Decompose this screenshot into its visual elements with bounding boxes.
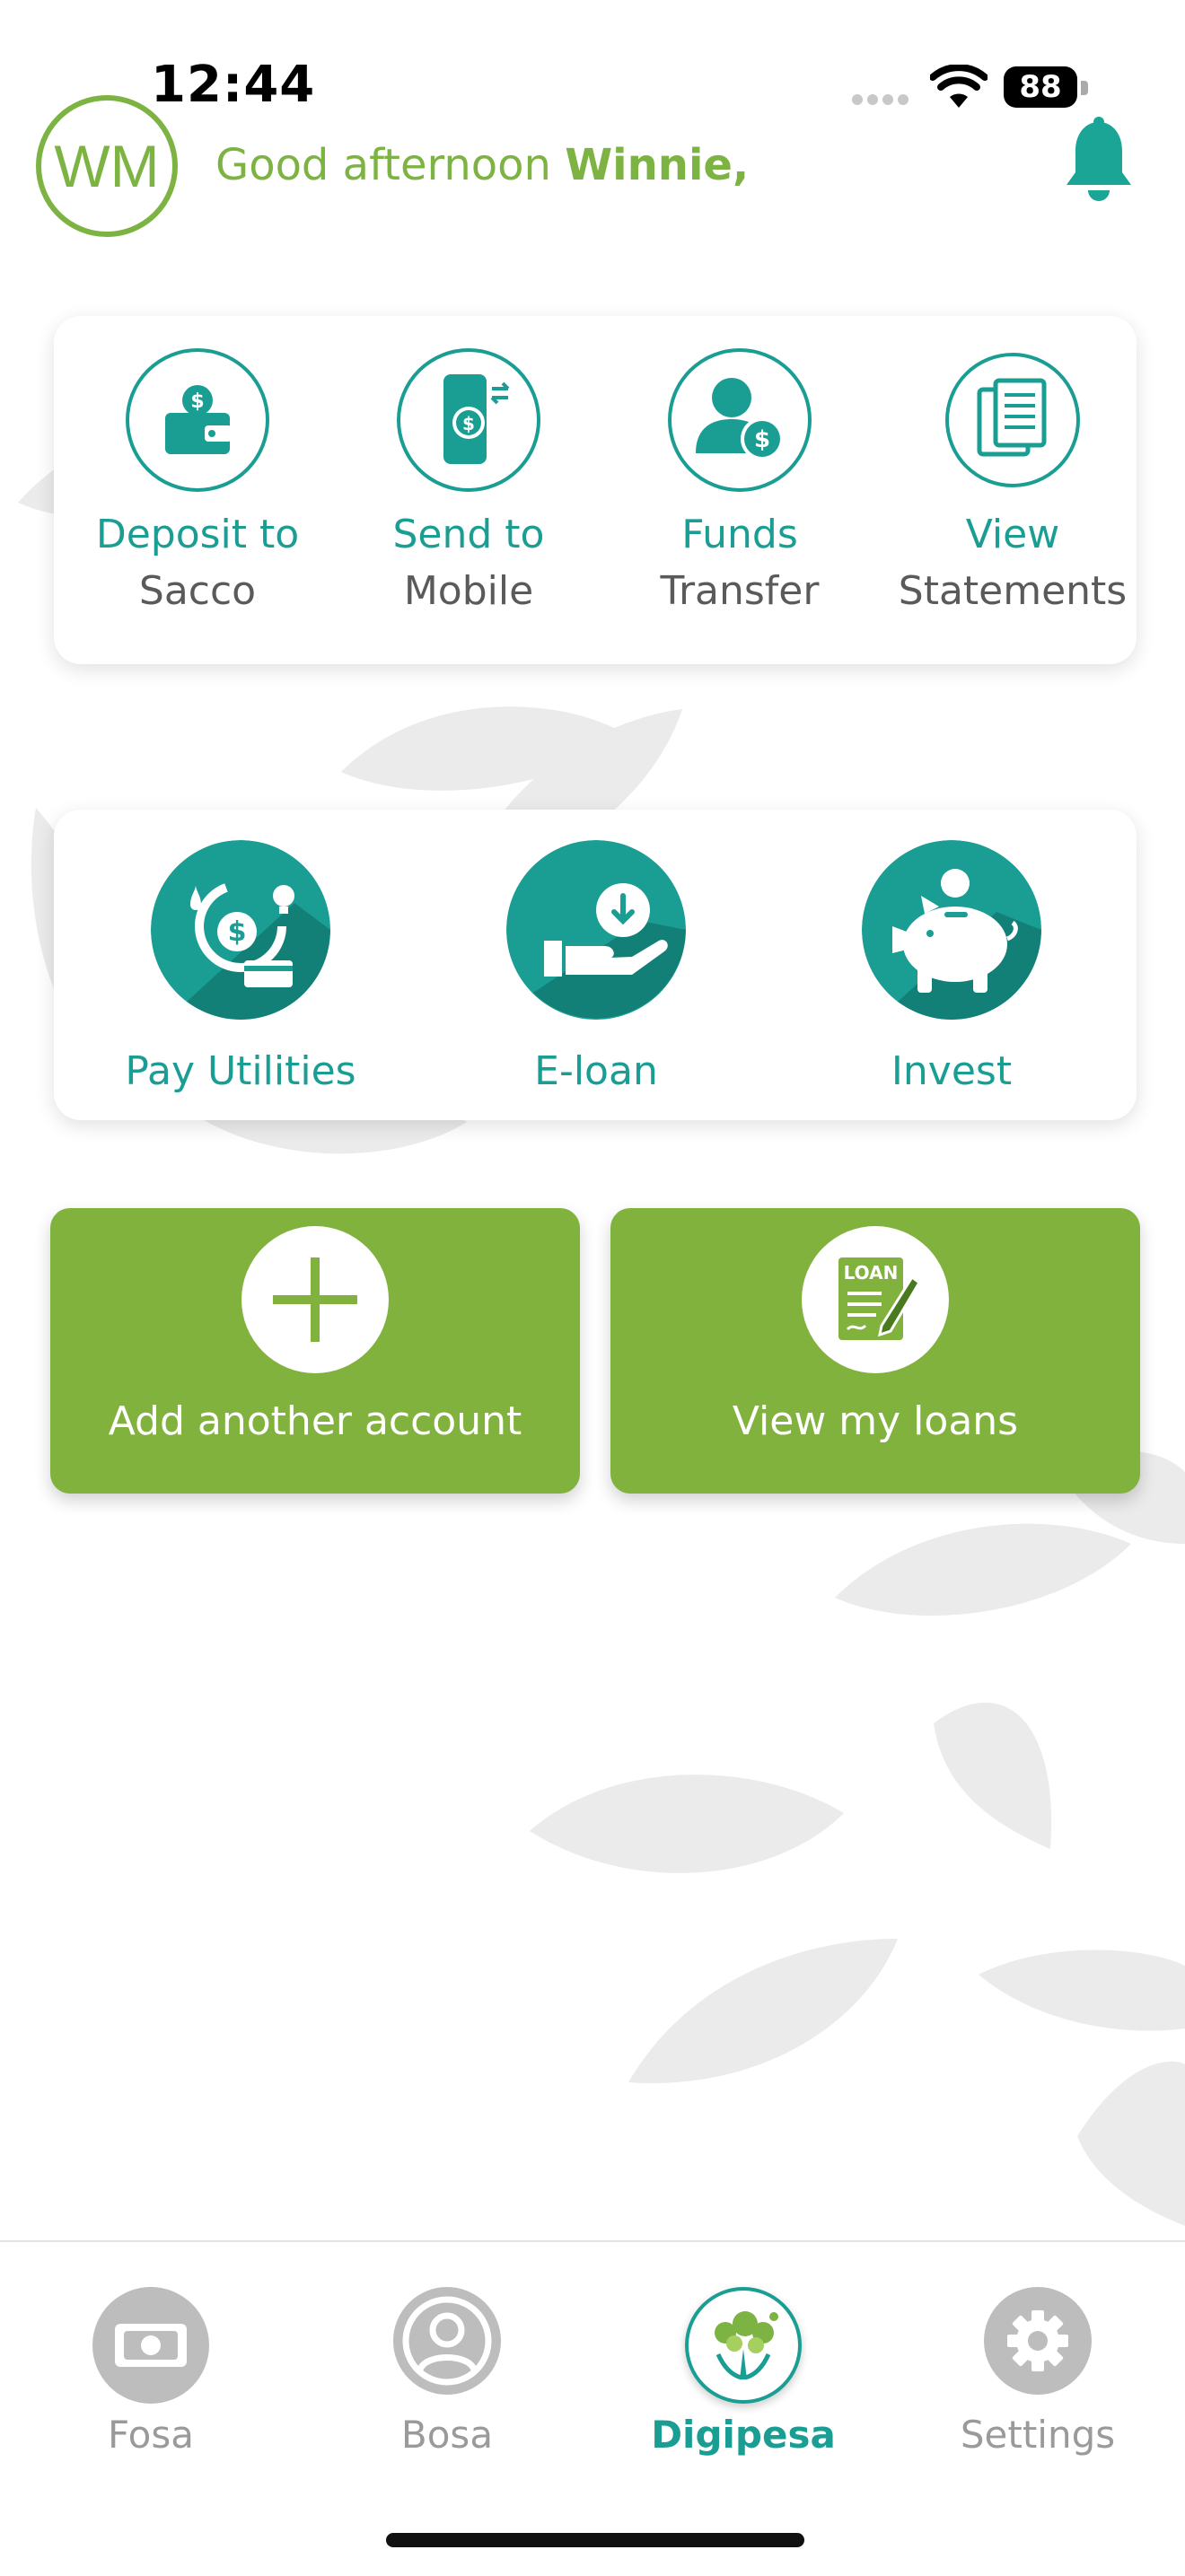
user-icon-circle bbox=[393, 2287, 501, 2395]
loan-badge-text: LOAN bbox=[844, 1262, 899, 1284]
piggy-bank-icon bbox=[862, 840, 1041, 1020]
funds-icon-ring: $ bbox=[668, 348, 812, 492]
gear-icon bbox=[1007, 2310, 1068, 2371]
deposit-to-sacco-button[interactable]: $ Deposit to Sacco bbox=[90, 348, 305, 614]
pay-utilities-button[interactable]: $ Pay Utilities bbox=[106, 840, 375, 1094]
send-icon-ring: $ bbox=[397, 348, 540, 492]
user-icon bbox=[402, 2296, 492, 2386]
add-account-button[interactable]: Add another account bbox=[50, 1208, 580, 1494]
greeting-text: Good afternoon Winnie, bbox=[215, 140, 749, 190]
digipesa-logo-circle bbox=[685, 2287, 802, 2404]
cash-icon bbox=[115, 2324, 187, 2367]
tab-label: Digipesa bbox=[651, 2413, 836, 2457]
view-statements-button[interactable]: View Statements bbox=[896, 348, 1129, 614]
invest-icon-circle bbox=[862, 840, 1041, 1020]
funds-transfer-button[interactable]: $ Funds Transfer bbox=[632, 348, 847, 614]
svg-text:$: $ bbox=[462, 413, 475, 434]
services-card: $ Pay Utilities E-loan Invest bbox=[54, 810, 1137, 1120]
loan-icon-circle: LOAN bbox=[802, 1226, 949, 1373]
quick-action-line2: Statements bbox=[898, 568, 1128, 614]
avatar[interactable]: WM bbox=[36, 95, 178, 237]
quick-action-line1: Send to bbox=[392, 512, 545, 557]
plus-icon bbox=[273, 1257, 357, 1342]
quick-action-line2: Mobile bbox=[403, 568, 534, 614]
add-account-label: Add another account bbox=[108, 1398, 522, 1444]
tab-settings[interactable]: Settings bbox=[939, 2287, 1137, 2457]
utilities-icon: $ bbox=[151, 840, 330, 1020]
quick-actions-card: $ Deposit to Sacco $ Send to Mobile $ Fu… bbox=[54, 316, 1137, 664]
service-label: E-loan bbox=[534, 1048, 658, 1094]
quick-action-line1: Funds bbox=[681, 512, 798, 557]
e-loan-icon bbox=[506, 840, 686, 1020]
header: WM Good afternoon Winnie, bbox=[0, 90, 1185, 251]
funds-transfer-icon: $ bbox=[696, 378, 784, 460]
bell-icon[interactable] bbox=[1061, 117, 1137, 206]
cash-icon-circle bbox=[92, 2287, 209, 2404]
tab-label: Bosa bbox=[400, 2413, 494, 2457]
deposit-icon-ring: $ bbox=[126, 348, 269, 492]
e-loan-icon-circle bbox=[506, 840, 686, 1020]
tab-bosa[interactable]: Bosa bbox=[348, 2287, 546, 2457]
home-indicator[interactable] bbox=[386, 2533, 804, 2547]
quick-action-line1: View bbox=[965, 512, 1060, 557]
tab-label: Fosa bbox=[108, 2413, 194, 2457]
mobile-send-icon: $ bbox=[443, 374, 510, 464]
digipesa-logo-icon bbox=[715, 2311, 778, 2380]
invest-button[interactable]: Invest bbox=[817, 840, 1086, 1094]
plus-icon-circle bbox=[241, 1226, 389, 1373]
service-label: Pay Utilities bbox=[125, 1048, 356, 1094]
view-loans-label: View my loans bbox=[732, 1398, 1019, 1444]
e-loan-button[interactable]: E-loan bbox=[461, 840, 731, 1094]
tab-label: Settings bbox=[960, 2413, 1116, 2457]
quick-action-line2: Sacco bbox=[138, 568, 257, 614]
greeting-prefix: Good afternoon bbox=[215, 140, 566, 190]
bottom-tab-bar: Fosa Bosa Digipesa Settings bbox=[0, 2240, 1185, 2576]
tab-fosa[interactable]: Fosa bbox=[52, 2287, 250, 2457]
service-label: Invest bbox=[891, 1048, 1013, 1094]
statements-icon-ring bbox=[945, 353, 1080, 487]
svg-text:$: $ bbox=[228, 916, 247, 948]
view-loans-button[interactable]: LOAN View my loans bbox=[610, 1208, 1140, 1494]
statements-icon bbox=[977, 378, 1047, 457]
quick-action-line2: Transfer bbox=[660, 568, 820, 614]
wallet-deposit-icon: $ bbox=[165, 385, 232, 454]
quick-action-line1: Deposit to bbox=[95, 512, 300, 557]
tab-digipesa[interactable]: Digipesa bbox=[645, 2287, 842, 2457]
svg-text:$: $ bbox=[190, 390, 204, 413]
gear-icon-circle bbox=[984, 2287, 1092, 2395]
utilities-icon-circle: $ bbox=[151, 840, 330, 1020]
svg-text:$: $ bbox=[754, 426, 770, 453]
user-name: Winnie, bbox=[565, 140, 750, 190]
send-to-mobile-button[interactable]: $ Send to Mobile bbox=[361, 348, 576, 614]
loan-document-icon: LOAN bbox=[838, 1257, 921, 1340]
